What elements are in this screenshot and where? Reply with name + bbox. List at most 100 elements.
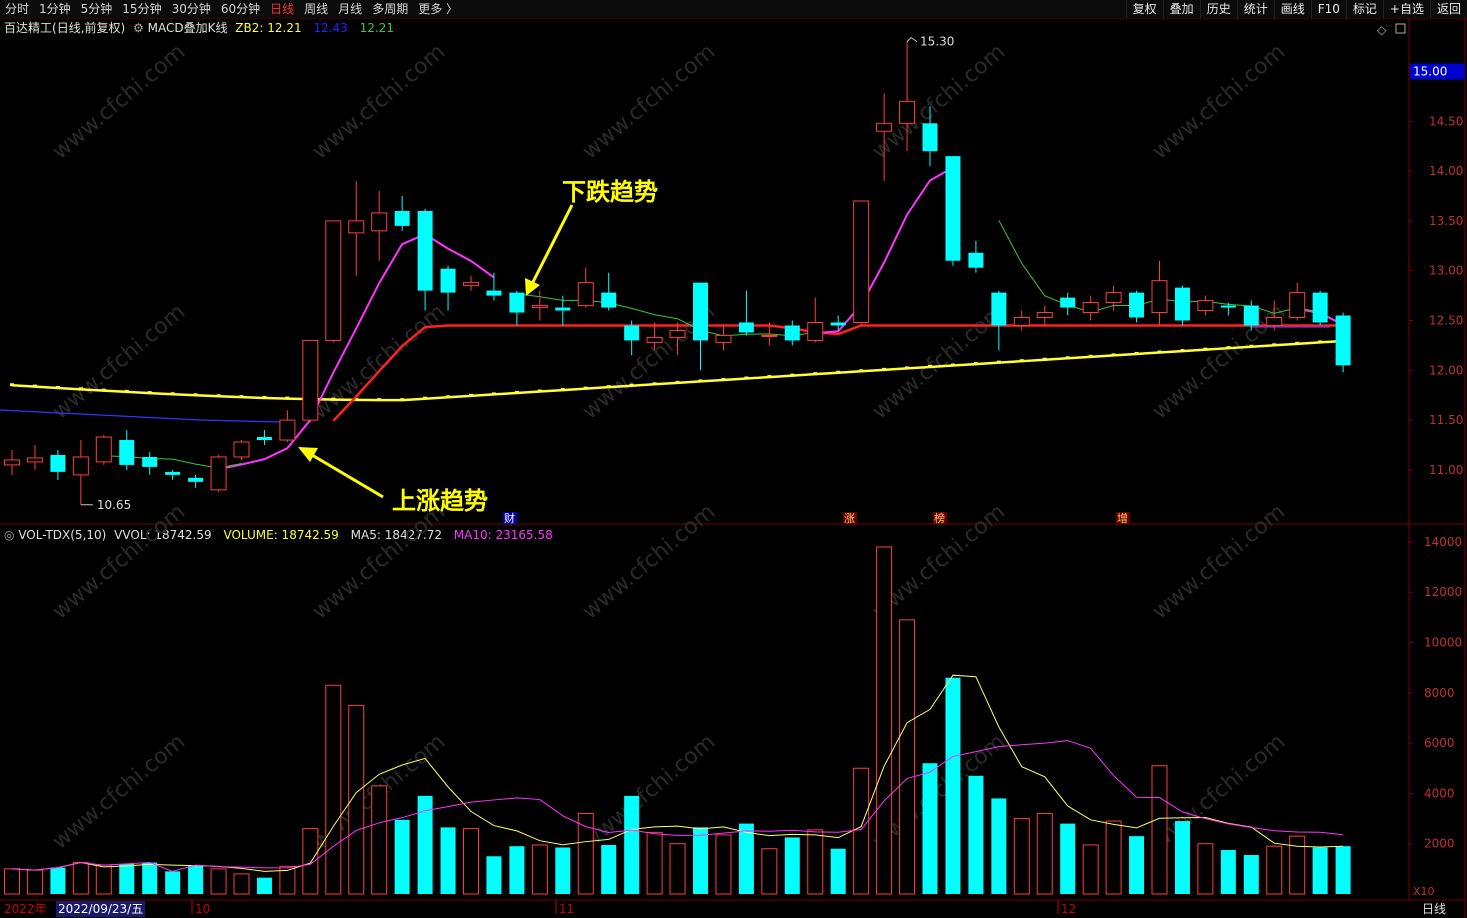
candle-body-down[interactable] [1220,305,1236,308]
candle-body-down[interactable] [1174,287,1190,321]
volume-bar-down[interactable] [624,795,640,894]
candle-body-down[interactable] [991,292,1007,326]
volume-bar-down[interactable] [1174,821,1190,894]
volume-bar-down[interactable] [394,819,410,894]
candle-body-up[interactable] [715,334,732,343]
volume-bar-up[interactable] [807,829,824,895]
candle-body-down[interactable] [119,440,135,465]
volume-bar-down[interactable] [1129,836,1145,894]
candle-body-down[interactable] [624,325,640,341]
candle-body-up[interactable] [853,200,870,323]
candle-body-up[interactable] [807,321,824,341]
candle-body-up[interactable] [95,436,112,463]
candle-body-down[interactable] [256,437,272,441]
volume-bar-up[interactable] [1151,765,1168,895]
event-marker-label[interactable]: 榜 [934,511,945,525]
candle-body-down[interactable] [555,307,571,311]
candle-body-down[interactable] [394,210,410,226]
candle-body-up[interactable] [302,339,319,421]
candle-body-down[interactable] [601,292,617,308]
volume-bar-up[interactable] [1105,820,1122,895]
candle-body-down[interactable] [922,123,938,152]
event-marker-label[interactable]: 增 [1117,511,1128,525]
candle-body-down[interactable] [1129,292,1145,318]
candle-body-down[interactable] [417,210,433,291]
volume-bar-up[interactable] [371,785,388,895]
volume-bar-up[interactable] [646,831,663,895]
event-marker-label[interactable]: 涨 [844,512,855,525]
candle-body-down[interactable] [165,471,181,475]
candle-body-down[interactable] [1335,315,1351,366]
volume-bar-up[interactable] [899,619,916,895]
volume-bar-down[interactable] [1243,855,1259,894]
candle-body-up[interactable] [1289,292,1306,319]
volume-bar-up[interactable] [1082,844,1099,895]
candle-body-up[interactable] [463,282,479,287]
volume-bar-up[interactable] [1197,843,1214,895]
volume-bar-up[interactable] [531,844,548,895]
candle-body-up[interactable] [899,100,916,124]
volume-bar-up[interactable] [577,813,594,895]
candle-body-down[interactable] [738,322,754,333]
volume-bar-up[interactable] [853,767,870,895]
volume-bar-up[interactable] [4,868,20,895]
candle-body-up[interactable] [1036,312,1053,319]
volume-bar-down[interactable] [991,798,1007,894]
volume-bar-up[interactable] [669,843,686,895]
chart-canvas[interactable]: 14.50 14.00 13.50 13.00 12.50 12.00 11.50 11.00… [0,0,1467,918]
volume-bar-up[interactable] [1036,813,1053,895]
candle-body-up[interactable] [1197,300,1214,312]
volume-bar-down[interactable] [1312,847,1328,894]
volume-bar-up[interactable] [302,828,319,895]
volume-bar-down[interactable] [188,865,204,894]
volume-bar-down[interactable] [693,827,708,894]
candle-body-up[interactable] [669,329,686,338]
volume-bar-down[interactable] [922,763,938,894]
candle-body-down[interactable] [486,290,502,296]
candle-body-up[interactable] [371,212,388,232]
volume-bar-up[interactable] [715,834,732,895]
candle-body-down[interactable] [693,282,708,341]
volume-bar-up[interactable] [210,868,227,895]
volume-bar-down[interactable] [50,867,66,894]
volume-bar-down[interactable] [738,823,754,894]
volume-bar-down[interactable] [165,871,181,894]
volume-bar-up[interactable] [1013,818,1030,895]
volume-bar-up[interactable] [26,869,43,895]
volume-bar-up[interactable] [233,873,250,895]
volume-bar-up[interactable] [761,848,778,895]
candle-body-up[interactable] [325,220,342,341]
candle-body-down[interactable] [968,252,984,268]
candle-body-up[interactable] [233,441,250,458]
volume-bar-up[interactable] [1289,835,1306,895]
candle-body-down[interactable] [1243,305,1259,326]
candle-body-up[interactable] [210,456,227,491]
event-marker-label[interactable]: 财 [504,511,515,525]
volume-bar-down[interactable] [440,827,456,894]
volume-bar-down[interactable] [968,775,984,894]
volume-bar-down[interactable] [256,877,272,894]
volume-bar-up[interactable] [72,862,89,895]
volume-bar-up[interactable] [1266,845,1283,895]
volume-bar-down[interactable] [1220,849,1236,894]
volume-bar-down[interactable] [486,856,502,894]
candle-body-up[interactable] [646,336,663,343]
candle-body-down[interactable] [440,268,456,293]
volume-bar-down[interactable] [1335,846,1351,894]
candle-body-down[interactable] [784,325,800,341]
volume-bar-down[interactable] [555,847,571,894]
candle-body-up[interactable] [279,419,296,441]
candle-body-down[interactable] [509,292,525,313]
candle-body-down[interactable] [1060,297,1076,308]
volume-bar-up[interactable] [95,864,112,895]
volume-bar-down[interactable] [509,846,525,894]
candle-body-up[interactable] [1151,280,1168,314]
volume-bar-down[interactable] [119,863,135,894]
candle-body-up[interactable] [26,457,43,463]
candle-body-up[interactable] [577,282,594,307]
candle-body-down[interactable] [830,322,846,326]
volume-bar-down[interactable] [945,677,961,894]
candle-body-down[interactable] [1312,292,1328,323]
candle-body-up[interactable] [72,456,89,476]
candle-body-up[interactable] [876,122,893,132]
